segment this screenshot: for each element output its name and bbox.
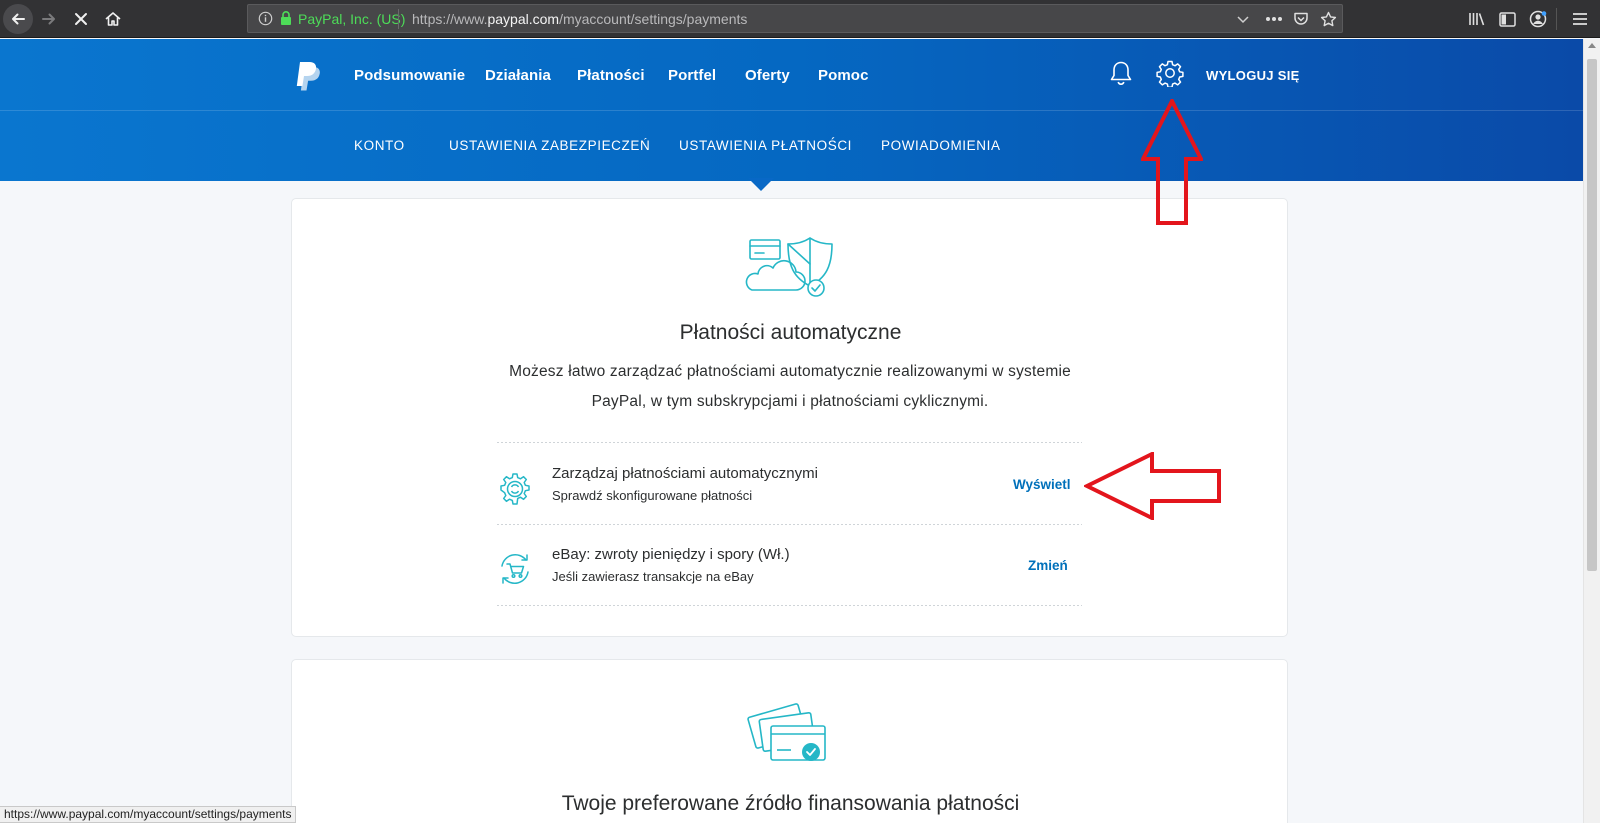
nav-item-podsumowanie[interactable]: Podsumowanie — [354, 67, 465, 84]
info-icon[interactable] — [258, 11, 273, 26]
home-button[interactable] — [98, 4, 128, 34]
forward-icon — [42, 13, 55, 25]
nav-item-portfel[interactable]: Portfel — [668, 67, 716, 84]
back-icon — [12, 13, 25, 25]
nav-item-platnosci[interactable]: Płatności — [577, 67, 645, 84]
autopay-description: Możesz łatwo zarządzać płatnościami auto… — [509, 363, 1071, 410]
url-prefix: https://www. — [412, 11, 488, 27]
nav-item-oferty[interactable]: Oferty — [745, 67, 790, 84]
cart-refresh-icon — [501, 554, 529, 584]
stop-icon — [75, 13, 87, 25]
star-icon — [1320, 11, 1336, 26]
cloud-shield-illustration — [745, 237, 833, 297]
active-tab-indicator — [748, 178, 774, 191]
logout-link[interactable]: WYLOGUJ SIĘ — [1206, 68, 1300, 83]
status-bar-url: https://www.paypal.com/myaccount/setting… — [0, 806, 297, 823]
pocket-icon — [1294, 12, 1308, 25]
gear-icon[interactable] — [1156, 59, 1184, 87]
autopay-title: Płatności automatyczne — [679, 321, 902, 344]
address-bar[interactable]: PayPal, Inc. (US) https://www.paypal.com… — [247, 4, 1343, 33]
nav-item-dzialania[interactable]: Działania — [485, 67, 551, 84]
url-text[interactable]: https://www.paypal.com/myaccount/setting… — [412, 11, 747, 27]
change-ebay-setting-link[interactable]: Zmień — [1028, 558, 1068, 573]
toolbar-separator — [1556, 8, 1557, 30]
tab-konto[interactable]: KONTO — [354, 138, 405, 153]
url-host: paypal.com — [487, 11, 560, 27]
row-title: Zarządzaj płatnościami automatycznymi — [552, 465, 818, 482]
browser-toolbar: PayPal, Inc. (US) https://www.paypal.com… — [0, 0, 1600, 38]
annotation-arrow-up — [1141, 99, 1203, 225]
header-divider — [0, 110, 1583, 111]
annotation-arrow-left — [1084, 452, 1221, 520]
row-divider — [497, 524, 1082, 525]
funding-card: Twoje preferowane źródło finansowania pł… — [291, 659, 1288, 823]
home-icon — [105, 12, 121, 26]
tab-payment-settings[interactable]: USTAWIENIA PŁATNOŚCI — [679, 138, 852, 153]
scroll-thumb[interactable] — [1587, 59, 1597, 571]
menu-icon — [1573, 13, 1587, 25]
autopay-card: Płatności automatyczne Możesz łatwo zarz… — [291, 198, 1288, 637]
gear-icon — [500, 473, 530, 505]
chevron-down-icon — [1237, 16, 1249, 24]
back-button[interactable] — [3, 4, 33, 34]
row-divider — [497, 605, 1082, 606]
bell-icon[interactable] — [1108, 59, 1134, 87]
url-dropdown-button[interactable] — [1233, 9, 1253, 29]
page-scrollbar[interactable] — [1583, 39, 1600, 823]
row-title: eBay: zwroty pieniędzy i spory (Wł.) — [552, 546, 790, 563]
funding-title: Twoje preferowane źródło finansowania pł… — [561, 792, 1020, 815]
more-icon — [1266, 17, 1282, 21]
nav-item-pomoc[interactable]: Pomoc — [818, 67, 869, 84]
row-subtitle: Sprawdź skonfigurowane płatności — [552, 488, 753, 503]
pocket-button[interactable] — [1291, 9, 1311, 29]
stop-button[interactable] — [66, 4, 96, 34]
paypal-header: Podsumowanie Działania Płatności Portfel… — [0, 39, 1583, 181]
bookmark-button[interactable] — [1318, 9, 1338, 29]
paypal-logo[interactable] — [294, 61, 320, 91]
tab-security-settings[interactable]: USTAWIENIA ZABEZPIECZEŃ — [449, 138, 650, 153]
sidebar-button[interactable] — [1496, 8, 1518, 30]
url-path: /myaccount/settings/payments — [559, 11, 748, 27]
row-subtitle: Jeśli zawierasz transakcje na eBay — [552, 569, 754, 584]
url-separator — [398, 9, 399, 29]
library-button[interactable] — [1466, 8, 1488, 30]
forward-button[interactable] — [34, 4, 64, 34]
site-identity[interactable]: PayPal, Inc. (US) — [298, 11, 405, 27]
lock-icon — [281, 11, 291, 25]
menu-button[interactable] — [1569, 8, 1591, 30]
sidebar-icon — [1498, 11, 1516, 27]
scroll-up-icon[interactable] — [1588, 43, 1596, 48]
page-actions-button[interactable] — [1264, 9, 1284, 29]
account-icon — [1529, 10, 1547, 28]
view-autopay-link[interactable]: Wyświetl — [1013, 477, 1071, 492]
cards-illustration — [747, 703, 826, 761]
library-icon — [1469, 13, 1485, 26]
account-button[interactable] — [1527, 8, 1549, 30]
tab-notifications[interactable]: POWIADOMIENIA — [881, 138, 1001, 153]
row-divider — [497, 442, 1082, 443]
